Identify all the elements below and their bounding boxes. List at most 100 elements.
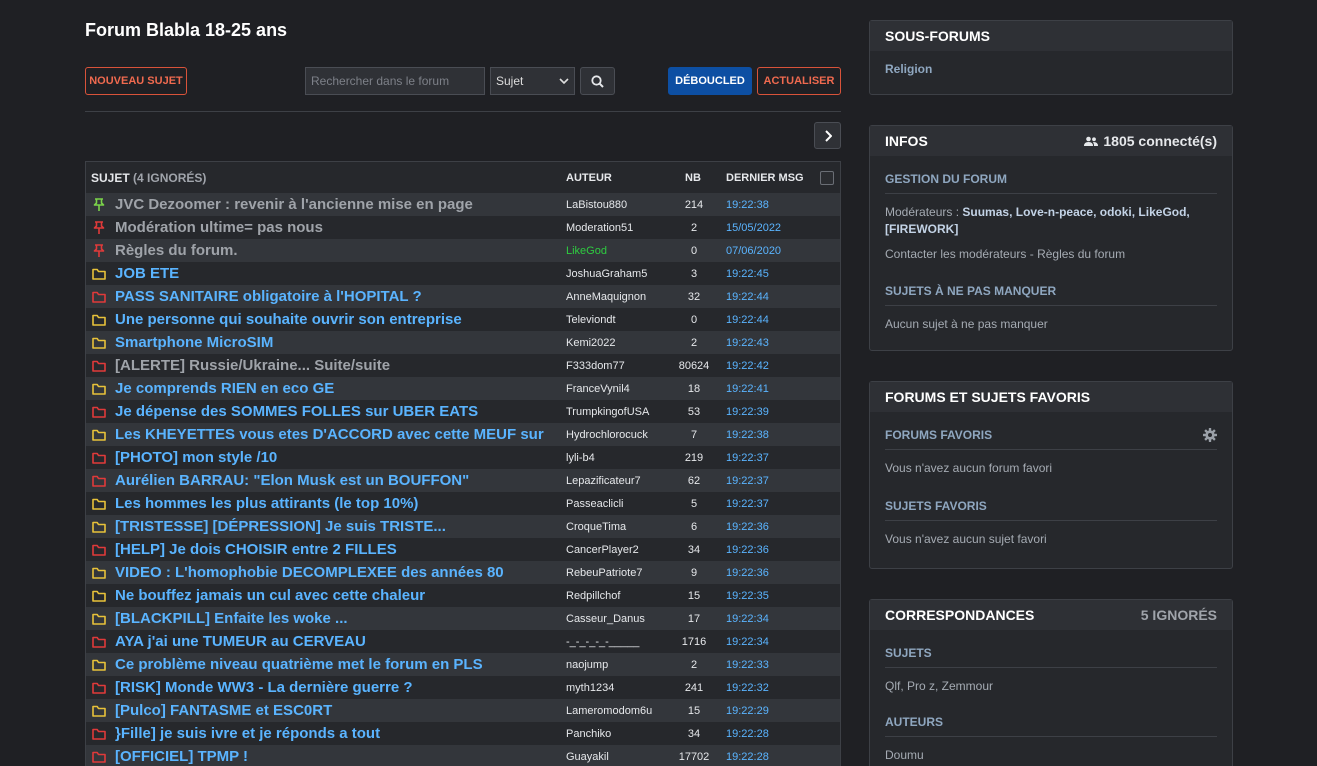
matches-ignored-count[interactable]: 5 ignorés [1141, 607, 1217, 623]
topic-last-message[interactable]: 19:22:33 [726, 659, 769, 671]
topic-author[interactable]: LaBistou880 [566, 199, 627, 211]
topic-last-message[interactable]: 19:22:28 [726, 751, 769, 763]
topic-link[interactable]: JOB ETE [115, 265, 547, 282]
unbuckled-button[interactable]: Déboucled [668, 67, 752, 95]
topic-last-message[interactable]: 07/06/2020 [726, 245, 781, 257]
table-row[interactable]: [HELP] Je dois CHOISIR entre 2 FILLES Can… [86, 538, 840, 561]
topic-link[interactable]: Règles du forum. [115, 242, 547, 259]
topic-link[interactable]: [Pulco] FANTASME et ESC0RT [115, 702, 547, 719]
topic-last-message[interactable]: 19:22:36 [726, 521, 769, 533]
topic-link[interactable]: Aurélien BARRAU: "Elon Musk est un BOUFF… [115, 472, 547, 489]
topic-last-message[interactable]: 19:22:41 [726, 383, 769, 395]
topic-link[interactable]: [ALERTE] Russie/Ukraine... Suite/suite [115, 357, 547, 374]
topic-link[interactable]: [TRISTESSE] [DÉPRESSION] Je suis TRISTE.… [115, 518, 547, 535]
table-row[interactable]: Je dépense des SOMMES FOLLES sur UBER EA… [86, 400, 840, 423]
table-row[interactable]: VIDEO : L'homophobie DECOMPLEXEE des ann… [86, 561, 840, 584]
topic-link[interactable]: [RISK] Monde WW3 - La dernière guerre ? [115, 679, 547, 696]
table-row[interactable]: [PHOTO] mon style /10 lyli-b4 219 19:22:37 [86, 446, 840, 469]
topic-last-message[interactable]: 19:22:37 [726, 475, 769, 487]
topic-author[interactable]: Televiondt [566, 314, 616, 326]
table-row[interactable]: Règles du forum. LikeGod 0 07/06/2020 [86, 239, 840, 262]
search-scope-select[interactable]: Sujet [490, 67, 575, 95]
topic-link[interactable]: PASS SANITAIRE obligatoire à l'HOPITAL ? [115, 288, 547, 305]
topic-last-message[interactable]: 19:22:36 [726, 544, 769, 556]
topic-last-message[interactable]: 19:22:37 [726, 452, 769, 464]
table-row[interactable]: Je comprends RIEN en eco GE FranceVynil4 1… [86, 377, 840, 400]
topic-last-message[interactable]: 19:22:44 [726, 314, 769, 326]
table-row[interactable]: Modération ultime= pas nous Moderation51 2… [86, 216, 840, 239]
header-ignored-count[interactable]: (4 ignorés) [133, 171, 206, 185]
table-row[interactable]: [RISK] Monde WW3 - La dernière guerre ? m… [86, 676, 840, 699]
table-row[interactable]: Ce problème niveau quatrième met le foru… [86, 653, 840, 676]
refresh-button[interactable]: Actualiser [757, 67, 841, 95]
topic-link[interactable]: }Fille] je suis ivre et je réponds a tou… [115, 725, 547, 742]
search-button[interactable] [580, 67, 615, 95]
next-page-button[interactable] [814, 122, 841, 149]
topic-author[interactable]: JoshuaGraham5 [566, 268, 647, 280]
topic-link[interactable]: VIDEO : L'homophobie DECOMPLEXEE des ann… [115, 564, 547, 581]
topic-last-message[interactable]: 19:22:29 [726, 705, 769, 717]
gear-icon[interactable] [1203, 428, 1217, 442]
topic-last-message[interactable]: 19:22:43 [726, 337, 769, 349]
topic-last-message[interactable]: 19:22:42 [726, 360, 769, 372]
table-row[interactable]: [ALERTE] Russie/Ukraine... Suite/suite F3… [86, 354, 840, 377]
topic-last-message[interactable]: 19:22:35 [726, 590, 769, 602]
table-row[interactable]: JVC Dezoomer : revenir à l'ancienne mise… [86, 193, 840, 216]
topic-author[interactable]: lyli-b4 [566, 452, 595, 464]
topic-link[interactable]: Ce problème niveau quatrième met le foru… [115, 656, 547, 673]
new-topic-button[interactable]: Nouveau sujet [85, 67, 187, 95]
table-row[interactable]: PASS SANITAIRE obligatoire à l'HOPITAL ?… [86, 285, 840, 308]
topic-last-message[interactable]: 19:22:34 [726, 636, 769, 648]
table-row[interactable]: [TRISTESSE] [DÉPRESSION] Je suis TRISTE.… [86, 515, 840, 538]
matches-authors-list[interactable]: Doumu [885, 737, 1217, 764]
topic-author[interactable]: Guayakil [566, 751, 609, 763]
topic-author[interactable]: CroqueTima [566, 521, 626, 533]
table-row[interactable]: JOB ETE JoshuaGraham5 3 19:22:45 [86, 262, 840, 285]
topic-author[interactable]: Hydrochlorocuck [566, 429, 648, 441]
topic-last-message[interactable]: 19:22:32 [726, 682, 769, 694]
table-row[interactable]: [OFFICIEL] TPMP ! Guayakil 17702 19:22:28 [86, 745, 840, 766]
topic-author[interactable]: LikeGod [566, 245, 607, 257]
topic-author[interactable]: RebeuPatriote7 [566, 567, 642, 579]
table-row[interactable]: [BLACKPILL] Enfaite les woke ... Casseur_… [86, 607, 840, 630]
topic-link[interactable]: Je comprends RIEN en eco GE [115, 380, 547, 397]
topic-author[interactable]: Casseur_Danus [566, 613, 645, 625]
topic-last-message[interactable]: 19:22:45 [726, 268, 769, 280]
table-row[interactable]: [Pulco] FANTASME et ESC0RT Lameromodom6u 1… [86, 699, 840, 722]
topic-link[interactable]: [OFFICIEL] TPMP ! [115, 748, 547, 765]
topic-author[interactable]: Passeaclicli [566, 498, 623, 510]
topic-last-message[interactable]: 19:22:36 [726, 567, 769, 579]
topic-author[interactable]: -_-_-_-_-_____ [566, 636, 639, 648]
table-row[interactable]: Ne bouffez jamais un cul avec cette chal… [86, 584, 840, 607]
topic-author[interactable]: Moderation51 [566, 222, 633, 234]
topic-author[interactable]: Kemi2022 [566, 337, 616, 349]
matches-subjects-list[interactable]: Qlf, Pro z, Zemmour [885, 668, 1217, 695]
topic-last-message[interactable]: 19:22:34 [726, 613, 769, 625]
topic-link[interactable]: AYA j'ai une TUMEUR au CERVEAU [115, 633, 547, 650]
topic-link[interactable]: Modération ultime= pas nous [115, 219, 547, 236]
select-all-checkbox[interactable] [820, 170, 834, 185]
topic-last-message[interactable]: 19:22:37 [726, 498, 769, 510]
topic-author[interactable]: FranceVynil4 [566, 383, 630, 395]
topic-last-message[interactable]: 19:22:38 [726, 429, 769, 441]
topic-link[interactable]: [BLACKPILL] Enfaite les woke ... [115, 610, 547, 627]
topic-link[interactable]: [HELP] Je dois CHOISIR entre 2 FILLES [115, 541, 547, 558]
topic-link[interactable]: Une personne qui souhaite ouvrir son ent… [115, 311, 547, 328]
table-row[interactable]: Les KHEYETTES vous etes D'ACCORD avec ce… [86, 423, 840, 446]
table-row[interactable]: AYA j'ai une TUMEUR au CERVEAU -_-_-_-_-_… [86, 630, 840, 653]
topic-author[interactable]: Lepazificateur7 [566, 475, 641, 487]
topic-last-message[interactable]: 19:22:28 [726, 728, 769, 740]
connected-count[interactable]: 1805 connecté(s) [1084, 133, 1217, 149]
topic-author[interactable]: CancerPlayer2 [566, 544, 639, 556]
topic-author[interactable]: F333dom77 [566, 360, 625, 372]
topic-author[interactable]: TrumpkingofUSA [566, 406, 649, 418]
topic-link[interactable]: Les hommes les plus attirants (le top 10… [115, 495, 547, 512]
topic-link[interactable]: JVC Dezoomer : revenir à l'ancienne mise… [115, 196, 547, 213]
table-row[interactable]: Une personne qui souhaite ouvrir son ent… [86, 308, 840, 331]
table-row[interactable]: }Fille] je suis ivre et je réponds a tou… [86, 722, 840, 745]
topic-last-message[interactable]: 15/05/2022 [726, 222, 781, 234]
topic-link[interactable]: [PHOTO] mon style /10 [115, 449, 547, 466]
topic-author[interactable]: Lameromodom6u [566, 705, 652, 717]
contact-moderators-link[interactable]: Contacter les modérateurs - Règles du fo… [885, 238, 1217, 263]
topic-link[interactable]: Ne bouffez jamais un cul avec cette chal… [115, 587, 547, 604]
